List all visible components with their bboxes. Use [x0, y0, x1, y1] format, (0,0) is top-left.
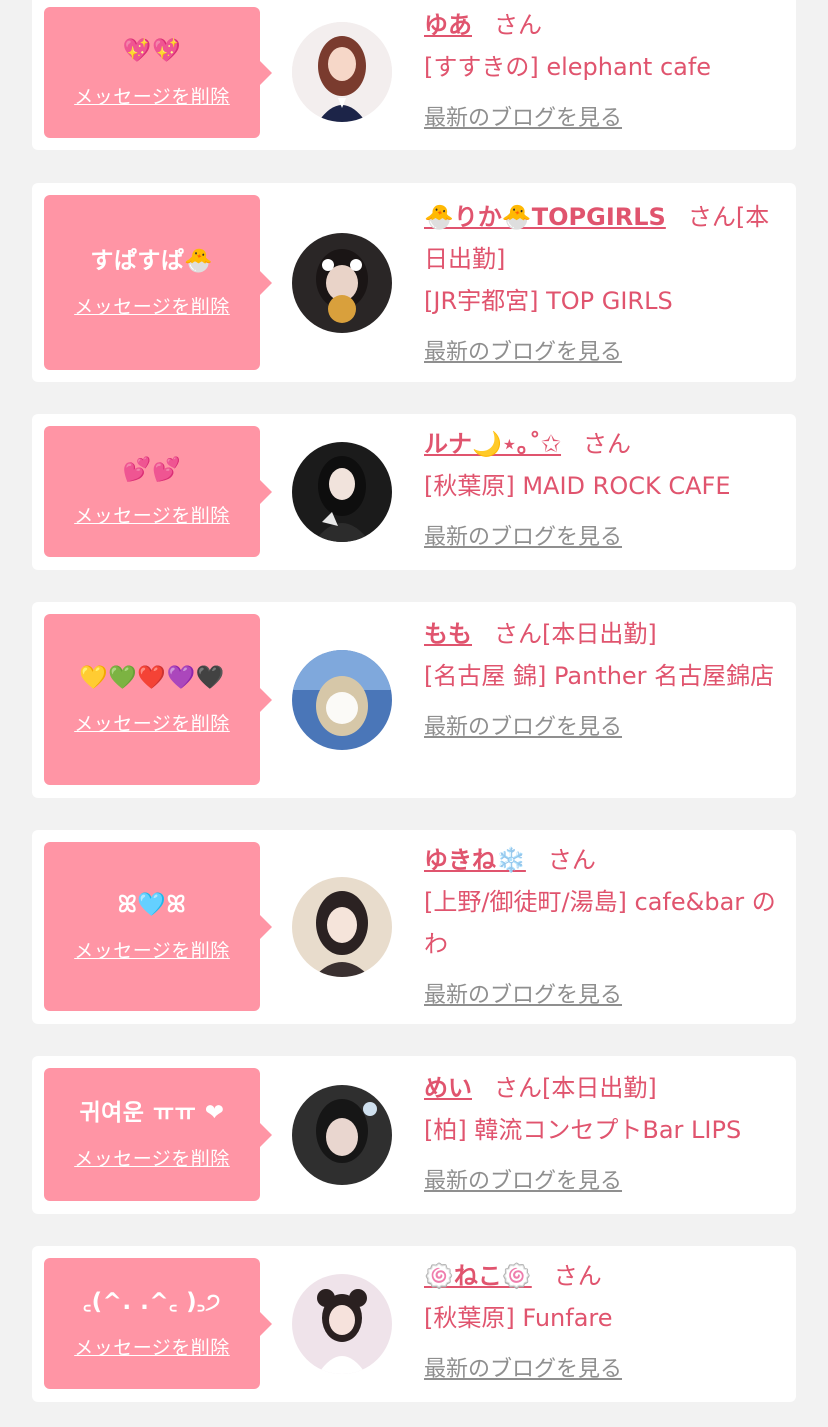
name-suffix: さん	[547, 846, 596, 874]
delete-message-link[interactable]: メッセージを削除	[74, 709, 230, 736]
latest-blog-link[interactable]: 最新のブログを見る	[424, 1161, 788, 1203]
message-card: 💕💕 メッセージを削除 ルナ🌙⋆｡˚✩ さん [秋葉原] MAID ROCK CA…	[32, 414, 796, 570]
delete-message-link[interactable]: メッセージを削除	[74, 1333, 230, 1360]
message-text: ꜀(^. .^꜀ )꜆੭	[83, 1289, 221, 1315]
message-text: 💛💚❤️💜🖤	[79, 665, 225, 691]
latest-blog-link[interactable]: 最新のブログを見る	[424, 517, 788, 559]
girl-name-link[interactable]: 🐣りか🐣TOPGIRLS	[424, 203, 666, 231]
avatar-image	[292, 22, 392, 122]
delete-message-link[interactable]: メッセージを削除	[74, 936, 230, 963]
entry-info: もも さん[本日出勤] [名古屋 錦] Panther 名古屋錦店 最新のブログを…	[424, 613, 788, 749]
girl-name-link[interactable]: ルナ🌙⋆｡˚✩	[424, 430, 561, 458]
message-bubble: 💛💚❤️💜🖤 メッセージを削除	[44, 614, 272, 785]
avatar-image	[292, 877, 392, 977]
message-card: 귀여운 ㅠㅠ ❤ メッセージを削除 めい さん[本日出勤] [柏] 韓流コンセプト…	[32, 1056, 796, 1214]
latest-blog-link[interactable]: 最新のブログを見る	[424, 1349, 788, 1391]
message-text: 귀여운 ㅠㅠ ❤	[79, 1100, 225, 1126]
avatar-image	[292, 650, 392, 750]
latest-blog-link[interactable]: 最新のブログを見る	[424, 98, 788, 140]
girl-name-link[interactable]: めい	[424, 1074, 472, 1102]
message-bubble: 💕💕 メッセージを削除	[44, 426, 272, 557]
avatar[interactable]	[292, 442, 392, 542]
message-text: 💕💕	[122, 457, 182, 483]
message-bubble: ꜀(^. .^꜀ )꜆੭ メッセージを削除	[44, 1258, 272, 1389]
delete-message-link[interactable]: メッセージを削除	[74, 1144, 230, 1171]
entry-info: 🐣りか🐣TOPGIRLS さん[本日出勤] [JR宇都宮] TOP GIRLS 最…	[424, 196, 788, 374]
avatar-image	[292, 1274, 392, 1374]
message-bubble: 💖💖 メッセージを削除	[44, 7, 272, 138]
delete-message-link[interactable]: メッセージを削除	[74, 292, 230, 319]
name-suffix: さん	[583, 430, 632, 458]
name-suffix: さん	[553, 1262, 602, 1290]
entry-info: ゆきね❄️ さん [上野/御徒町/湯島] cafe&bar のわ 最新のブログを見…	[424, 839, 788, 1017]
shop-text: [名古屋 錦] Panther 名古屋錦店	[424, 662, 775, 690]
message-card: 💖💖 メッセージを削除 ゆあ さん [すすきの] elephant cafe 最新…	[32, 0, 796, 150]
message-card: ꕤ🩵ꕤ メッセージを削除 ゆきね❄️ さん [上野/御徒町/湯島] cafe&ba…	[32, 830, 796, 1024]
girl-name-link[interactable]: ゆあ	[424, 11, 472, 39]
girl-name-link[interactable]: 🍥ねこ🍥	[424, 1262, 532, 1290]
shop-text: [JR宇都宮] TOP GIRLS	[424, 287, 673, 315]
avatar[interactable]	[292, 650, 392, 750]
message-bubble: すぱすぱ🐣 メッセージを削除	[44, 195, 272, 370]
avatar[interactable]	[292, 22, 392, 122]
message-card: ꜀(^. .^꜀ )꜆੭ メッセージを削除 🍥ねこ🍥 さん [秋葉原] Funfa…	[32, 1246, 796, 1402]
avatar-image	[292, 233, 392, 333]
latest-blog-link[interactable]: 最新のブログを見る	[424, 332, 788, 374]
avatar[interactable]	[292, 1274, 392, 1374]
entry-info: めい さん[本日出勤] [柏] 韓流コンセプトBar LIPS 最新のブログを見る	[424, 1067, 788, 1203]
shop-text: [秋葉原] Funfare	[424, 1304, 613, 1332]
message-text: すぱすぱ🐣	[90, 248, 214, 274]
message-text: 💖💖	[122, 38, 182, 64]
avatar-image	[292, 442, 392, 542]
girl-name-link[interactable]: ゆきね❄️	[424, 846, 526, 874]
latest-blog-link[interactable]: 最新のブログを見る	[424, 707, 788, 749]
message-text: ꕤ🩵ꕤ	[117, 892, 187, 918]
latest-blog-link[interactable]: 最新のブログを見る	[424, 975, 788, 1017]
entry-info: ゆあ さん [すすきの] elephant cafe 最新のブログを見る	[424, 4, 788, 140]
message-bubble: ꕤ🩵ꕤ メッセージを削除	[44, 842, 272, 1011]
shop-text: [柏] 韓流コンセプトBar LIPS	[424, 1116, 742, 1144]
name-suffix: さん	[494, 11, 542, 39]
girl-name-link[interactable]: もも	[424, 620, 472, 648]
avatar[interactable]	[292, 1085, 392, 1185]
shop-text: [すすきの] elephant cafe	[424, 53, 712, 81]
entry-info: ルナ🌙⋆｡˚✩ さん [秋葉原] MAID ROCK CAFE 最新のブログを見る	[424, 423, 788, 559]
delete-message-link[interactable]: メッセージを削除	[74, 82, 230, 109]
name-suffix: さん[本日出勤]	[494, 620, 657, 648]
entry-info: 🍥ねこ🍥 さん [秋葉原] Funfare 最新のブログを見る	[424, 1255, 788, 1391]
avatar[interactable]	[292, 877, 392, 977]
avatar-image	[292, 1085, 392, 1185]
name-suffix: さん[本日出勤]	[494, 1074, 657, 1102]
shop-text: [秋葉原] MAID ROCK CAFE	[424, 472, 731, 500]
delete-message-link[interactable]: メッセージを削除	[74, 501, 230, 528]
avatar[interactable]	[292, 233, 392, 333]
message-bubble: 귀여운 ㅠㅠ ❤ メッセージを削除	[44, 1068, 272, 1201]
shop-text: [上野/御徒町/湯島] cafe&bar のわ	[424, 888, 776, 958]
message-card: すぱすぱ🐣 メッセージを削除 🐣りか🐣TOPGIRLS さん[本日出勤] [JR宇…	[32, 183, 796, 382]
message-card: 💛💚❤️💜🖤 メッセージを削除 もも さん[本日出勤] [名古屋 錦] Panth…	[32, 602, 796, 798]
